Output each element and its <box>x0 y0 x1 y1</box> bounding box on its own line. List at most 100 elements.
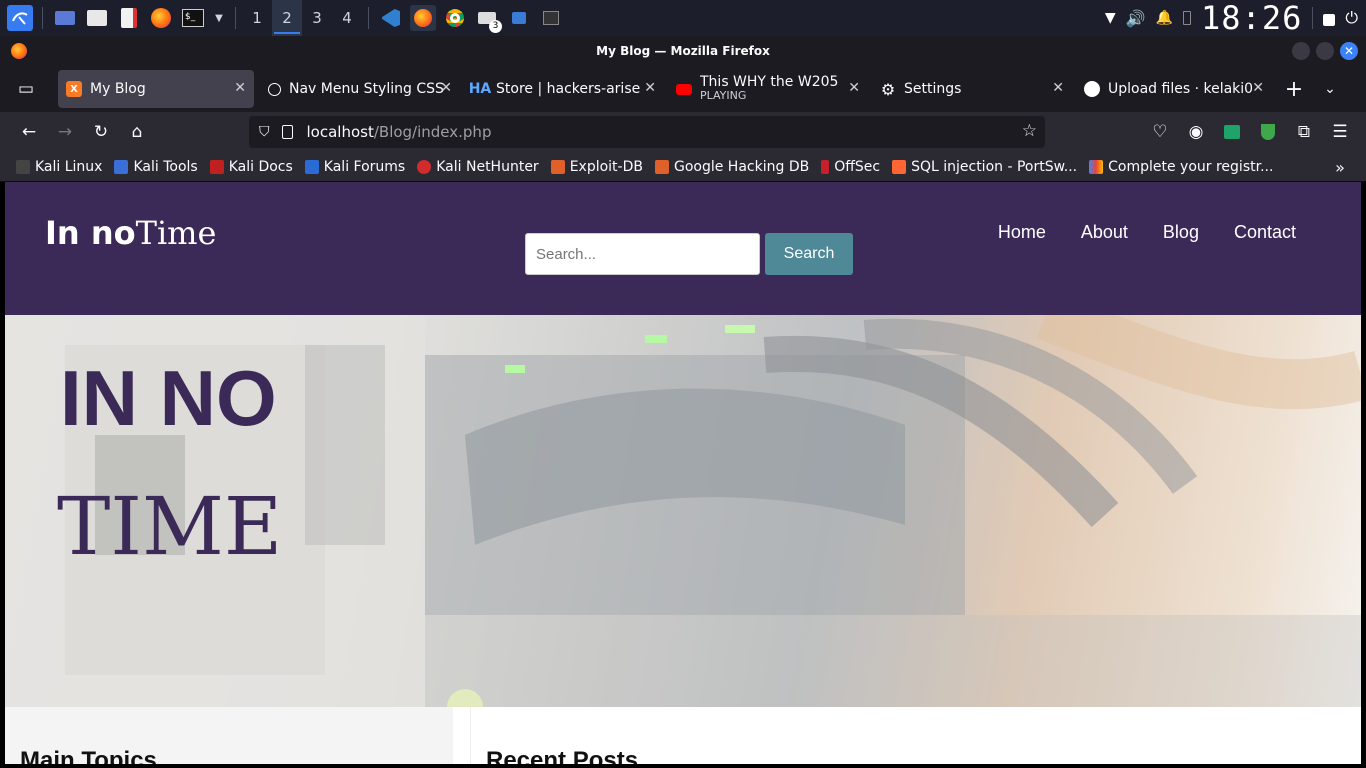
bookmark-google-hacking-db[interactable]: Google Hacking DB <box>654 159 809 175</box>
search-input[interactable] <box>525 233 760 275</box>
pocket-icon[interactable]: ♡ <box>1142 116 1178 148</box>
tab-nav-menu-styling[interactable]: Nav Menu Styling CSS ✕ <box>260 70 460 108</box>
hero-banner: IN NO TIME <box>5 315 1361 707</box>
tab-youtube-video[interactable]: This WHY the W205 M PLAYING ✕ <box>668 70 868 108</box>
task-count-badge: 3 <box>489 20 502 33</box>
more-bookmarks-icon[interactable]: » <box>1322 151 1358 183</box>
bookmark-kali-docs[interactable]: Kali Docs <box>209 159 293 175</box>
ghdb-icon <box>654 159 669 174</box>
terminal-launcher-icon[interactable]: $_ <box>180 5 206 31</box>
search-button[interactable]: Search <box>765 233 853 275</box>
kali-menu-icon[interactable] <box>7 5 33 31</box>
nav-about[interactable]: About <box>1081 222 1128 243</box>
extensions-puzzle-icon[interactable]: ⧉ <box>1286 116 1322 148</box>
terminal-task-icon[interactable] <box>538 5 564 31</box>
bookmark-kali-forums[interactable]: Kali Forums <box>304 159 405 175</box>
tab-settings[interactable]: ⚙ Settings ✕ <box>872 70 1072 108</box>
close-tab-icon[interactable]: ✕ <box>234 80 246 96</box>
text-editor-icon[interactable] <box>116 5 142 31</box>
tab-label: This WHY the W205 M <box>700 75 840 89</box>
nav-contact[interactable]: Contact <box>1234 222 1296 243</box>
gear-icon: ⚙ <box>880 79 896 99</box>
close-tab-icon[interactable]: ✕ <box>644 80 656 96</box>
shield-icon[interactable]: ⛉ <box>259 124 270 140</box>
panel-separator <box>1312 7 1314 29</box>
workspace-2[interactable]: 2 <box>272 0 302 36</box>
extension-shield-icon[interactable] <box>1250 116 1286 148</box>
vscode-task-icon[interactable] <box>378 5 404 31</box>
maximize-button[interactable] <box>1316 42 1334 60</box>
tab-hackers-arise[interactable]: HA Store | hackers-arise ✕ <box>464 70 664 108</box>
files-task-icon[interactable]: 3 <box>474 5 502 33</box>
minimize-button[interactable] <box>1292 42 1310 60</box>
offsec-icon <box>821 159 830 174</box>
tab-label: Settings <box>904 81 962 97</box>
xampp-favicon-icon: X <box>66 81 82 97</box>
forward-button[interactable]: → <box>47 116 83 148</box>
nav-home[interactable]: Home <box>998 222 1046 243</box>
battery-icon <box>1183 11 1192 25</box>
window-task-icon[interactable] <box>506 5 532 31</box>
url-bar[interactable]: ⛉ localhost/Blog/index.php ☆ <box>249 116 1045 148</box>
gmail-icon <box>1089 159 1104 174</box>
exploit-db-icon <box>550 159 565 174</box>
site-header: In noTime Search Home About Blog Contact <box>5 182 1361 315</box>
tab-playing-label: PLAYING <box>700 89 747 102</box>
firefox-task-icon[interactable] <box>410 5 436 31</box>
notification-bell-icon[interactable]: 🔔 <box>1156 10 1173 26</box>
youtube-favicon-icon <box>676 83 692 95</box>
nav-blog[interactable]: Blog <box>1163 222 1199 243</box>
bookmark-star-icon[interactable]: ☆ <box>1022 121 1037 141</box>
url-host: localhost <box>306 123 374 141</box>
main-nav: Home About Blog Contact <box>998 222 1296 243</box>
workspace-3[interactable]: 3 <box>302 0 332 36</box>
workspace-1[interactable]: 1 <box>242 0 272 36</box>
sidebar-column: Main Topics <box>5 707 453 764</box>
close-tab-icon[interactable]: ✕ <box>440 80 452 96</box>
lock-icon[interactable] <box>1323 14 1336 26</box>
close-tab-icon[interactable]: ✕ <box>1252 80 1264 96</box>
bookmark-exploit-db[interactable]: Exploit-DB <box>550 159 643 175</box>
bookmark-complete-registration[interactable]: Complete your registr... <box>1089 159 1273 175</box>
clock[interactable]: 18:26 <box>1201 0 1302 36</box>
bookmark-offsec[interactable]: OffSec <box>821 159 880 175</box>
chevron-down-icon[interactable]: ▼ <box>212 5 226 31</box>
tab-label: Store | hackers-arise <box>496 81 641 97</box>
close-window-button[interactable]: ✕ <box>1340 42 1358 60</box>
tab-label: Nav Menu Styling CSS <box>289 81 444 97</box>
close-tab-icon[interactable]: ✕ <box>848 80 860 96</box>
back-button[interactable]: ← <box>11 116 47 148</box>
tab-overview-icon[interactable]: ▭ <box>8 73 44 105</box>
bookmark-kali-linux[interactable]: Kali Linux <box>16 159 102 175</box>
workspace-4[interactable]: 4 <box>332 0 362 36</box>
kali-docs-icon <box>209 159 224 174</box>
github-favicon-icon <box>1084 81 1100 97</box>
bookmark-kali-tools[interactable]: Kali Tools <box>114 159 198 175</box>
power-icon[interactable]: ⏻ <box>1345 8 1358 28</box>
new-tab-button[interactable]: + <box>1276 73 1312 105</box>
window-titlebar: My Blog — Mozilla Firefox ✕ <box>0 36 1366 66</box>
web-page: In noTime Search Home About Blog Contact <box>5 182 1361 764</box>
bookmark-portswigger[interactable]: SQL injection - PortSw... <box>892 159 1077 175</box>
bookmark-kali-nethunter[interactable]: Kali NetHunter <box>417 159 539 175</box>
wifi-icon[interactable]: ▼ <box>1105 10 1116 26</box>
extension-mail-icon[interactable] <box>1214 116 1250 148</box>
site-logo[interactable]: In noTime <box>45 214 216 252</box>
tab-label: Upload files · kelaki0/B <box>1108 81 1252 97</box>
top-panel: $_ ▼ 1 2 3 4 3 ▼ 🔊 🔔 18:26 ⏻ <box>0 0 1366 36</box>
panel-separator <box>235 7 236 29</box>
chrome-task-icon[interactable] <box>442 5 468 31</box>
home-button[interactable]: ⌂ <box>119 116 155 148</box>
close-tab-icon[interactable]: ✕ <box>1052 80 1064 96</box>
volume-icon[interactable]: 🔊 <box>1126 9 1146 28</box>
firefox-launcher-icon[interactable] <box>148 5 174 31</box>
account-icon[interactable]: ◉ <box>1178 116 1214 148</box>
page-info-icon[interactable] <box>281 125 293 139</box>
tab-my-blog[interactable]: X My Blog ✕ <box>58 70 254 108</box>
app-menu-icon[interactable]: ☰ <box>1322 116 1358 148</box>
list-all-tabs-icon[interactable]: ⌄ <box>1312 73 1348 105</box>
tab-github-upload[interactable]: Upload files · kelaki0/B ✕ <box>1076 70 1272 108</box>
file-manager-icon[interactable] <box>84 5 110 31</box>
show-desktop-icon[interactable] <box>52 5 78 31</box>
reload-button[interactable]: ↻ <box>83 116 119 148</box>
